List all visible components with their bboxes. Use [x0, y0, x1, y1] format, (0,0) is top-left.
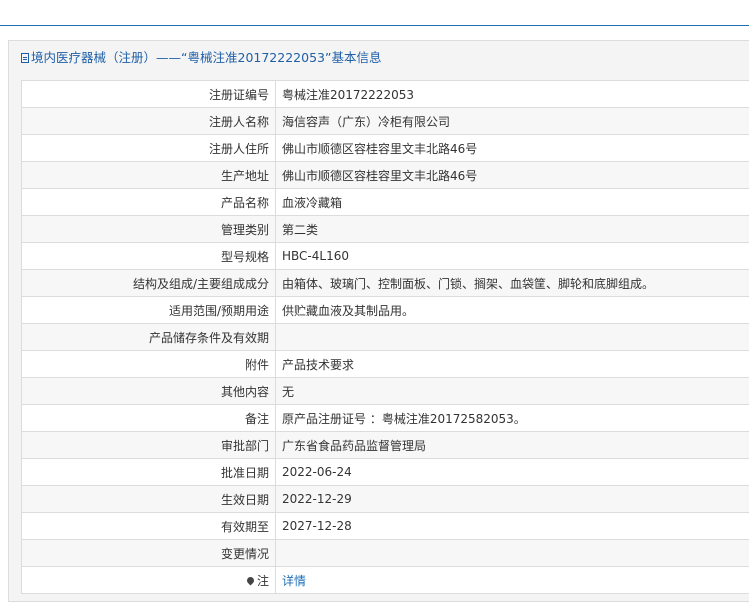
note-label: 注: [257, 574, 269, 588]
table-row: 结构及组成/主要组成成分由箱体、玻璃门、控制面板、门锁、搁架、血袋筐、脚轮和底脚…: [22, 270, 749, 297]
row-value: 第二类: [276, 216, 749, 243]
table-row: 有效期至2027-12-28: [22, 513, 749, 540]
document-icon: [21, 53, 29, 63]
row-value: 广东省食品药品监督管理局: [276, 432, 749, 459]
row-label: 注册人名称: [22, 108, 276, 135]
row-label: 审批部门: [22, 432, 276, 459]
title-prefix: 境内医疗器械（注册）——: [31, 50, 181, 65]
row-label: 注册证编号: [22, 81, 276, 108]
row-label: 有效期至: [22, 513, 276, 540]
row-value: 原产品注册证号 ：粤械注准20172582053。: [276, 405, 749, 432]
row-label: 产品名称: [22, 189, 276, 216]
row-label: 适用范围/预期用途: [22, 297, 276, 324]
row-value: [276, 324, 749, 351]
table-row: 型号规格HBC-4L160: [22, 243, 749, 270]
title-main: “粤械注准20172222053”基本信息: [181, 50, 381, 65]
row-label: 其他内容: [22, 378, 276, 405]
table-row: 注册人住所佛山市顺德区容桂容里文丰北路46号: [22, 135, 749, 162]
row-label: 注册人住所: [22, 135, 276, 162]
row-label: 备注: [22, 405, 276, 432]
row-value: 供贮藏血液及其制品用。: [276, 297, 749, 324]
row-value: 由箱体、玻璃门、控制面板、门锁、搁架、血袋筐、脚轮和底脚组成。: [276, 270, 749, 297]
details-link[interactable]: 详情: [282, 574, 306, 588]
row-value: 2022-06-24: [276, 459, 749, 486]
row-label: 生产地址: [22, 162, 276, 189]
pin-icon: [246, 575, 256, 585]
row-label: 批准日期: [22, 459, 276, 486]
note-row: 注 详情: [22, 567, 749, 594]
row-value: 佛山市顺德区容桂容里文丰北路46号: [276, 162, 749, 189]
panel-title: 境内医疗器械（注册）——“粤械注准20172222053”基本信息: [21, 49, 381, 67]
table-row: 变更情况: [22, 540, 749, 567]
row-label: 生效日期: [22, 486, 276, 513]
row-value: 2022-12-29: [276, 486, 749, 513]
row-label: 附件: [22, 351, 276, 378]
note-label-cell: 注: [22, 567, 276, 594]
note-value-cell: 详情: [276, 567, 749, 594]
table-row: 审批部门广东省食品药品监督管理局: [22, 432, 749, 459]
row-label: 管理类别: [22, 216, 276, 243]
info-table: 注册证编号粤械注准20172222053 注册人名称海信容声（广东）冷柜有限公司…: [21, 80, 749, 594]
table-row: 注册人名称海信容声（广东）冷柜有限公司: [22, 108, 749, 135]
table-row: 产品储存条件及有效期: [22, 324, 749, 351]
table-row: 适用范围/预期用途供贮藏血液及其制品用。: [22, 297, 749, 324]
row-label: 产品储存条件及有效期: [22, 324, 276, 351]
table-row: 管理类别第二类: [22, 216, 749, 243]
row-value: 产品技术要求: [276, 351, 749, 378]
table-row: 产品名称血液冷藏箱: [22, 189, 749, 216]
table-row: 备注原产品注册证号 ：粤械注准20172582053。: [22, 405, 749, 432]
table-row: 生效日期2022-12-29: [22, 486, 749, 513]
row-value: 无: [276, 378, 749, 405]
top-divider-line: [0, 25, 749, 26]
table-row: 批准日期2022-06-24: [22, 459, 749, 486]
row-value: 海信容声（广东）冷柜有限公司: [276, 108, 749, 135]
row-value: 2027-12-28: [276, 513, 749, 540]
row-label: 变更情况: [22, 540, 276, 567]
table-row: 附件产品技术要求: [22, 351, 749, 378]
row-value: 粤械注准20172222053: [276, 81, 749, 108]
table-row: 其他内容无: [22, 378, 749, 405]
row-value: HBC-4L160: [276, 243, 749, 270]
info-panel: 境内医疗器械（注册）——“粤械注准20172222053”基本信息 注册证编号粤…: [8, 40, 749, 602]
table-row: 生产地址佛山市顺德区容桂容里文丰北路46号: [22, 162, 749, 189]
table-row: 注册证编号粤械注准20172222053: [22, 81, 749, 108]
row-label: 型号规格: [22, 243, 276, 270]
row-value: 佛山市顺德区容桂容里文丰北路46号: [276, 135, 749, 162]
row-value: [276, 540, 749, 567]
row-value: 血液冷藏箱: [276, 189, 749, 216]
row-label: 结构及组成/主要组成成分: [22, 270, 276, 297]
